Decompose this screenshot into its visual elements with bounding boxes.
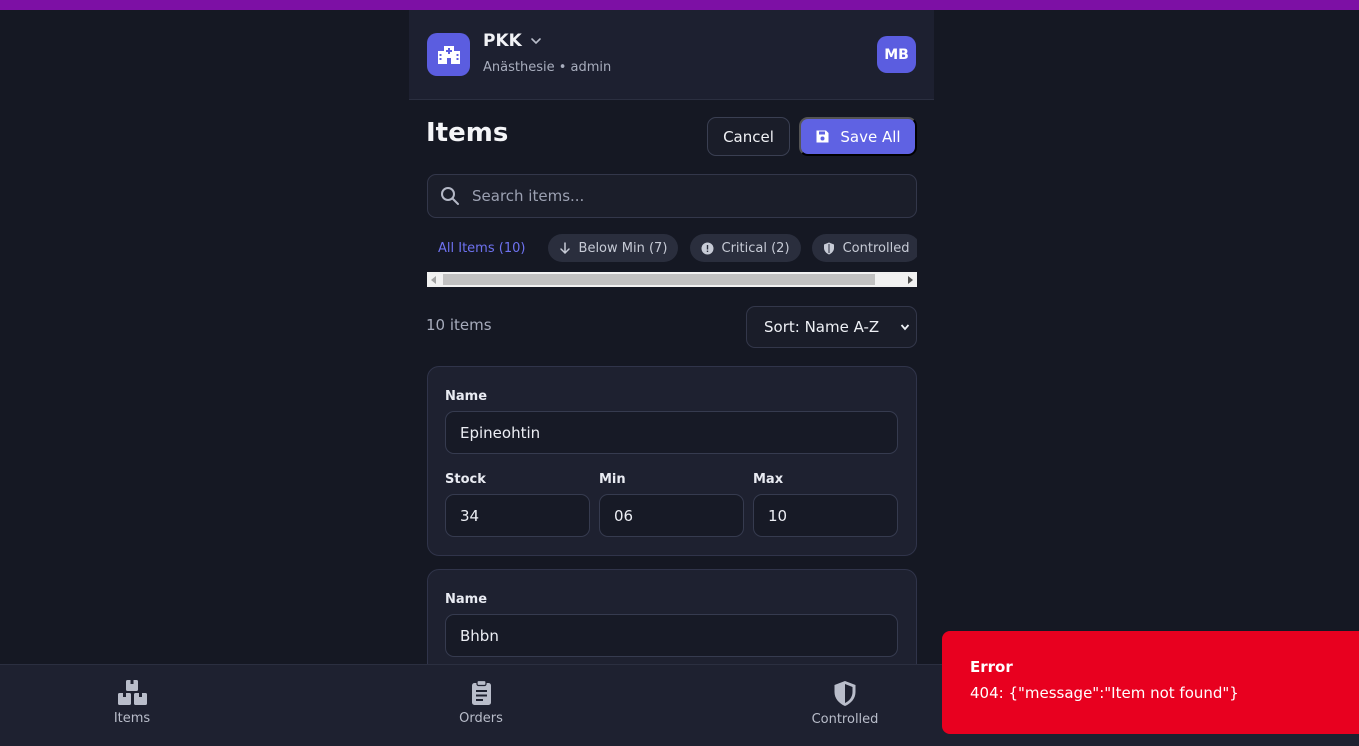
search-input[interactable] bbox=[472, 187, 892, 205]
items-icon bbox=[117, 680, 147, 705]
scroll-right-arrow[interactable] bbox=[908, 276, 913, 284]
hospital-icon bbox=[437, 45, 460, 64]
filter-label: All Items (10) bbox=[438, 240, 526, 256]
filter-label: Controlled bbox=[842, 240, 910, 256]
nav-controlled[interactable]: Controlled bbox=[785, 680, 905, 727]
chevron-down-icon bbox=[900, 324, 910, 331]
nav-label: Items bbox=[113, 711, 151, 726]
min-label: Min bbox=[599, 472, 626, 487]
filter-all-items[interactable]: All Items (10) bbox=[427, 234, 536, 262]
save-all-label: Save All bbox=[840, 127, 901, 146]
arrow-down-icon bbox=[559, 241, 570, 254]
save-icon bbox=[816, 130, 829, 143]
filter-critical[interactable]: Critical (2) bbox=[689, 234, 801, 262]
sort-select[interactable]: Sort: Name A-Z bbox=[746, 306, 917, 348]
app-container: PKK Anästhesie • admin MB Items Cancel S… bbox=[409, 10, 934, 664]
chevron-down-icon bbox=[531, 38, 541, 45]
error-toast[interactable]: Error 404: {"message":"Item not found"} bbox=[942, 631, 1359, 734]
max-input[interactable]: 10 bbox=[753, 494, 898, 537]
search-box bbox=[427, 174, 917, 218]
nav-orders[interactable]: Orders bbox=[421, 680, 541, 726]
name-label: Name bbox=[445, 389, 488, 404]
item-name-input[interactable]: Epineohtin bbox=[445, 411, 898, 454]
save-all-button[interactable]: Save All bbox=[799, 117, 917, 156]
nav-label: Controlled bbox=[811, 712, 879, 727]
shield-icon bbox=[823, 242, 834, 254]
page-title: Items bbox=[426, 118, 509, 148]
search-icon bbox=[441, 187, 459, 205]
sort-selected-value: Sort: Name A-Z bbox=[764, 318, 880, 336]
toast-title: Error bbox=[970, 658, 1013, 676]
app-header: PKK Anästhesie • admin MB bbox=[409, 10, 934, 100]
top-accent-bar bbox=[0, 0, 1359, 10]
filter-controlled[interactable]: Controlled bbox=[811, 234, 917, 262]
unit-role-subtitle: Anästhesie • admin bbox=[483, 60, 612, 75]
min-input[interactable]: 06 bbox=[599, 494, 744, 537]
max-label: Max bbox=[753, 472, 784, 487]
hospital-selector[interactable]: PKK bbox=[483, 31, 542, 51]
filter-scrollbar[interactable] bbox=[427, 272, 917, 287]
nav-label: Orders bbox=[459, 711, 503, 726]
user-avatar[interactable]: MB bbox=[877, 36, 916, 73]
stock-input[interactable]: 34 bbox=[445, 494, 590, 537]
filter-below-min[interactable]: Below Min (7) bbox=[547, 234, 679, 262]
stock-label: Stock bbox=[445, 472, 486, 487]
scroll-left-arrow[interactable] bbox=[431, 276, 436, 284]
clipboard-icon bbox=[471, 680, 491, 705]
name-label: Name bbox=[445, 592, 488, 607]
item-name-input[interactable]: Bhbn bbox=[445, 614, 898, 657]
item-card: Name Epineohtin Stock 34 Min 06 Max 10 bbox=[427, 366, 917, 556]
item-card: Name Bhbn bbox=[427, 569, 917, 664]
filter-chips: All Items (10) Below Min (7) Critical (2… bbox=[427, 234, 917, 264]
hospital-name: PKK bbox=[483, 31, 522, 51]
cancel-button[interactable]: Cancel bbox=[707, 117, 790, 156]
shield-icon bbox=[834, 681, 856, 706]
nav-items[interactable]: Items bbox=[72, 680, 192, 726]
items-count: 10 items bbox=[426, 316, 492, 334]
alert-circle-icon bbox=[701, 242, 713, 254]
scrollbar-thumb[interactable] bbox=[443, 274, 875, 285]
toast-message: 404: {"message":"Item not found"} bbox=[970, 684, 1239, 702]
filter-label: Critical (2) bbox=[721, 240, 790, 256]
filter-label: Below Min (7) bbox=[578, 240, 668, 256]
hospital-logo[interactable] bbox=[427, 33, 470, 76]
